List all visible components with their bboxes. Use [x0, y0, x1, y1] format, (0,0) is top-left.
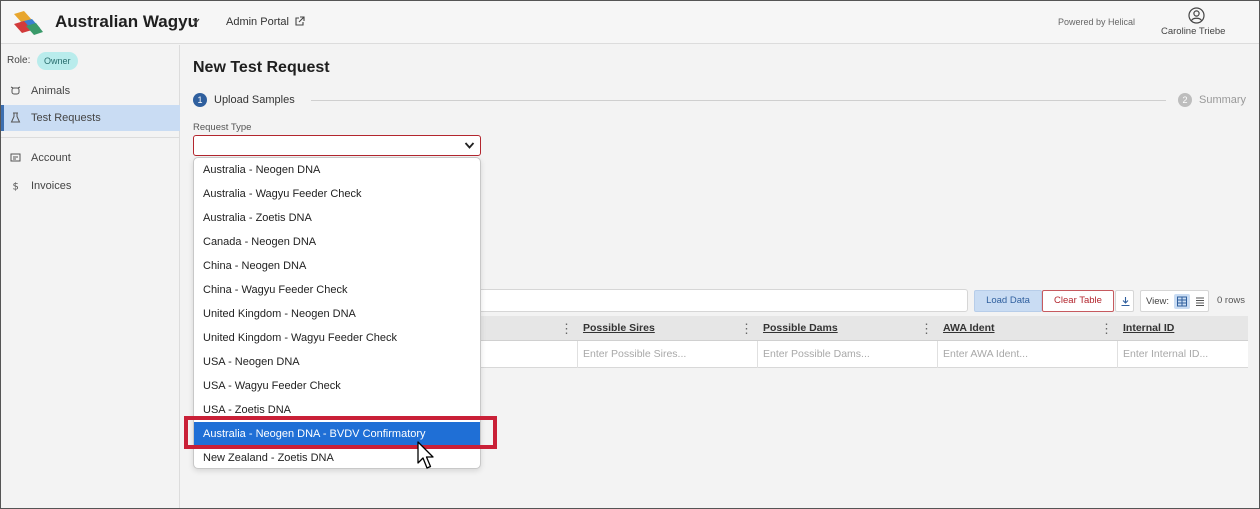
- list-view-button[interactable]: [1192, 294, 1208, 309]
- possible-sires-input[interactable]: Enter Possible Sires...: [583, 348, 686, 360]
- dropdown-option[interactable]: United Kingdom - Neogen DNA: [194, 302, 480, 326]
- column-menu-icon[interactable]: ⋮: [920, 321, 933, 337]
- chevron-down-icon[interactable]: [464, 141, 475, 150]
- user-name[interactable]: Caroline Triebe: [1161, 26, 1225, 37]
- column-header-awa-ident[interactable]: AWA Ident: [943, 322, 995, 334]
- powered-by-text: Powered by Helical: [1058, 17, 1136, 27]
- grid-view-button[interactable]: [1174, 294, 1190, 309]
- column-divider: [577, 341, 578, 368]
- column-divider: [1117, 341, 1118, 368]
- dropdown-option[interactable]: China - Neogen DNA: [194, 254, 480, 278]
- sidebar-item-label: Invoices: [31, 180, 72, 192]
- sidebar-item-test-requests[interactable]: Test Requests: [1, 105, 180, 131]
- sidebar-item-invoices[interactable]: $ Invoices: [1, 173, 180, 199]
- dropdown-option[interactable]: China - Wagyu Feeder Check: [194, 278, 480, 302]
- column-header-internal-id[interactable]: Internal ID: [1123, 322, 1174, 334]
- sidebar-item-label: Account: [31, 152, 71, 164]
- column-header-possible-sires[interactable]: Possible Sires: [583, 322, 655, 334]
- flask-icon: [10, 112, 21, 123]
- awa-ident-input[interactable]: Enter AWA Ident...: [943, 348, 1028, 360]
- user-avatar-icon[interactable]: [1188, 7, 1205, 24]
- role-badge: Owner: [37, 52, 78, 70]
- sidebar: Role: Owner Animals Test Requests Accoun…: [1, 45, 180, 508]
- page-title: New Test Request: [193, 59, 330, 76]
- dropdown-option[interactable]: Canada - Neogen DNA: [194, 230, 480, 254]
- external-link-icon[interactable]: [294, 16, 305, 27]
- rows-count: 0 rows: [1217, 295, 1245, 306]
- stepper-line: [311, 100, 1166, 101]
- sidebar-item-label: Test Requests: [31, 112, 101, 124]
- mouse-cursor-icon: [417, 441, 434, 469]
- dollar-icon: $: [13, 182, 19, 192]
- download-icon: [1121, 297, 1130, 307]
- view-toggle: View:: [1140, 290, 1209, 312]
- top-header: Australian Wagyu Admin Portal Powered by…: [1, 1, 1259, 44]
- column-header-possible-dams[interactable]: Possible Dams: [763, 322, 838, 334]
- request-type-select[interactable]: [193, 135, 481, 156]
- dropdown-option[interactable]: Australia - Zoetis DNA: [194, 206, 480, 230]
- sidebar-item-account[interactable]: Account: [1, 145, 180, 171]
- dropdown-option[interactable]: Australia - Neogen DNA: [194, 158, 480, 182]
- step-number-1: 1: [193, 93, 207, 107]
- internal-id-input[interactable]: Enter Internal ID...: [1123, 348, 1208, 360]
- table-header: ⋮ Possible Sires ⋮ Possible Dams ⋮ AWA I…: [478, 316, 1248, 341]
- chevron-down-icon[interactable]: [191, 16, 201, 26]
- column-menu-icon[interactable]: ⋮: [1100, 321, 1113, 337]
- brand-name[interactable]: Australian Wagyu: [55, 12, 198, 32]
- view-label: View:: [1146, 296, 1170, 307]
- step-label-upload-samples: Upload Samples: [214, 94, 295, 106]
- sidebar-item-label: Animals: [31, 85, 71, 97]
- step-number-2: 2: [1178, 93, 1192, 107]
- admin-portal-link[interactable]: Admin Portal: [226, 16, 289, 28]
- sidebar-item-animals[interactable]: Animals: [1, 78, 180, 104]
- dropdown-option[interactable]: United Kingdom - Wagyu Feeder Check: [194, 326, 480, 350]
- list-icon: [1196, 297, 1204, 306]
- column-divider: [757, 341, 758, 368]
- step-label-summary: Summary: [1199, 94, 1247, 106]
- account-card-icon: [10, 153, 21, 162]
- role-label: Role:: [7, 55, 31, 66]
- annotation-highlight-box: [184, 416, 497, 449]
- brand-logo-icon: [14, 11, 43, 35]
- svg-text:$: $: [13, 182, 19, 192]
- request-type-label: Request Type: [193, 122, 252, 133]
- grid-icon: [1177, 296, 1187, 307]
- dropdown-option[interactable]: USA - Neogen DNA: [194, 350, 480, 374]
- dropdown-option[interactable]: Australia - Wagyu Feeder Check: [194, 182, 480, 206]
- samples-table: ⋮ Possible Sires ⋮ Possible Dams ⋮ AWA I…: [478, 316, 1248, 369]
- clear-table-button[interactable]: Clear Table: [1042, 290, 1114, 312]
- dropdown-option[interactable]: USA - Wagyu Feeder Check: [194, 374, 480, 398]
- load-data-button[interactable]: Load Data: [974, 290, 1042, 312]
- sidebar-divider: [1, 137, 180, 138]
- column-menu-icon[interactable]: ⋮: [740, 321, 753, 337]
- table-row: Enter Possible Sires... Enter Possible D…: [478, 341, 1248, 368]
- cow-icon: [10, 86, 21, 95]
- filter-input[interactable]: [478, 289, 968, 312]
- download-button[interactable]: [1115, 290, 1134, 312]
- column-menu-icon[interactable]: ⋮: [560, 321, 573, 337]
- possible-dams-input[interactable]: Enter Possible Dams...: [763, 348, 870, 360]
- column-divider: [937, 341, 938, 368]
